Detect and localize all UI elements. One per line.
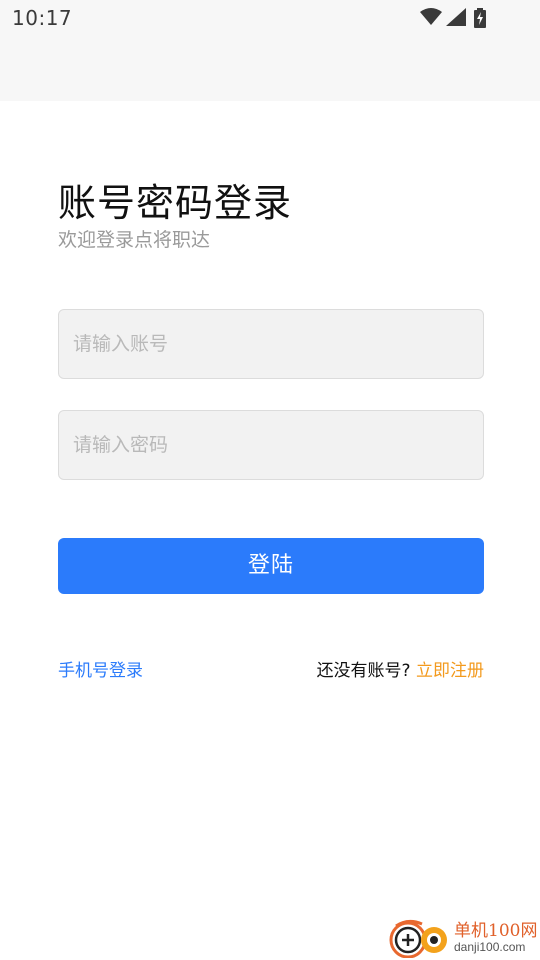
watermark-logo-icon — [389, 919, 447, 958]
wifi-icon — [420, 8, 442, 25]
account-input-box[interactable] — [58, 309, 484, 379]
watermark: 单机100网 danji100.com — [388, 914, 538, 960]
register-link[interactable]: 立即注册 — [416, 661, 484, 681]
page-title: 账号密码登录 — [58, 181, 293, 225]
password-input-box[interactable] — [58, 410, 484, 480]
battery-charging-icon — [474, 8, 486, 28]
watermark-name: 单机100网 — [454, 921, 538, 941]
login-button[interactable]: 登陆 — [58, 538, 484, 594]
watermark-url: danji100.com — [454, 940, 526, 954]
account-input[interactable] — [59, 310, 483, 378]
status-bar: 10:17 — [0, 0, 540, 101]
password-input[interactable] — [59, 411, 483, 479]
no-account-text: 还没有账号? — [316, 661, 411, 681]
phone-login-link[interactable]: 手机号登录 — [58, 656, 143, 681]
register-row: 还没有账号? 立即注册 — [317, 656, 484, 681]
status-time: 10:17 — [12, 6, 73, 30]
status-icons — [420, 8, 500, 28]
signal-icon — [446, 8, 466, 26]
page-subtitle: 欢迎登录点将职达 — [58, 229, 211, 251]
